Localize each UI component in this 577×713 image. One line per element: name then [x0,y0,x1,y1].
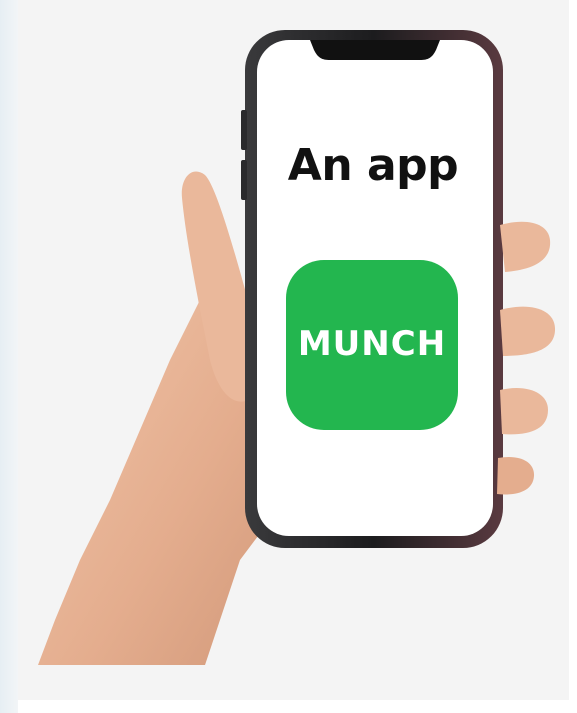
screen-headline: An app [287,140,459,191]
finger-2 [500,306,556,356]
munch-app-icon[interactable]: MUNCH [286,260,458,430]
photo-scene: An app MUNCH [0,0,577,713]
app-icon-label: MUNCH [297,324,447,364]
phone-notch [310,40,440,60]
finger-4 [497,456,535,495]
finger-1 [500,221,551,272]
phone-side-button-2 [241,160,247,200]
finger-3 [500,388,548,435]
phone-side-button [241,110,247,150]
